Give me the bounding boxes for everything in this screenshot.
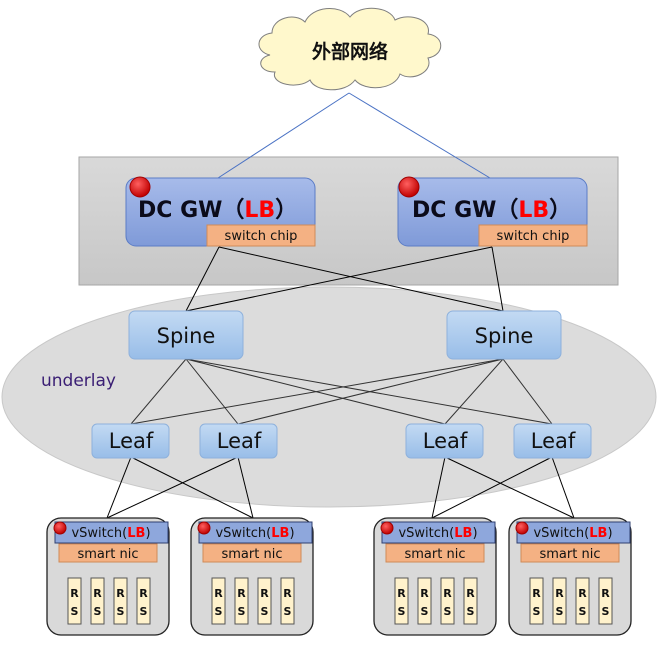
vswitch-lb: LB — [454, 526, 472, 541]
cloud-label: 外部网络 — [312, 40, 388, 63]
vswitch-label: vSwitch(LB) — [398, 526, 477, 541]
smart-nic-label: smart nic — [405, 547, 466, 562]
smart-nic-label: smart nic — [222, 547, 283, 562]
server-3: vSwitch(LB)smart nicRSRSRSRS — [373, 517, 497, 636]
real-server-label-r: R — [397, 587, 406, 600]
real-server-label-s: S — [556, 605, 564, 618]
real-server-label-s: S — [284, 605, 292, 618]
leaf-1: Leaf — [91, 423, 170, 459]
vswitch-label: vSwitch(LB) — [533, 526, 612, 541]
leaf-4: Leaf — [513, 423, 592, 459]
real-server-label-r: R — [443, 587, 452, 600]
real-server-label-s: S — [238, 605, 246, 618]
real-server-label-s: S — [602, 605, 610, 618]
server-4: vSwitch(LB)smart nicRSRSRSRS — [508, 517, 632, 636]
real-server-label-r: R — [283, 587, 292, 600]
dc-gw-1-lb: LB — [244, 198, 275, 223]
real-server-label-r: R — [70, 587, 79, 600]
status-dot-icon — [515, 521, 529, 535]
network-diagram: 外部网络 DC GW（LB） switch chip DC GW（LB） swi… — [1, 7, 657, 636]
real-server-label-s: S — [533, 605, 541, 618]
svg-text:DC GW（LB）: DC GW（LB） — [138, 198, 297, 223]
external-network-cloud: 外部网络 — [258, 7, 442, 91]
status-dot-icon — [53, 521, 67, 535]
smart-nic-label: smart nic — [540, 547, 601, 562]
leaf-1-label: Leaf — [109, 429, 154, 453]
real-server-label-r: R — [555, 587, 564, 600]
vswitch-label: vSwitch(LB) — [215, 526, 294, 541]
real-server-label-r: R — [116, 587, 125, 600]
real-server-label-r: R — [214, 587, 223, 600]
real-server-label-r: R — [139, 587, 148, 600]
vswitch-lb: LB — [127, 526, 145, 541]
spine-2: Spine — [446, 310, 562, 360]
real-server-label-r: R — [237, 587, 246, 600]
server-1: vSwitch(LB)smart nicRSRSRSRS — [46, 517, 170, 636]
smart-nic-label: smart nic — [78, 547, 139, 562]
real-server-label-s: S — [71, 605, 79, 618]
real-server-label-r: R — [466, 587, 475, 600]
status-dot-icon — [197, 521, 211, 535]
real-server-label-s: S — [261, 605, 269, 618]
leaf-4-label: Leaf — [531, 429, 576, 453]
dc-gw-1-chip-label: switch chip — [225, 229, 298, 244]
leaf-2-label: Leaf — [217, 429, 262, 453]
real-server-label-r: R — [532, 587, 541, 600]
spine-1-label: Spine — [157, 324, 216, 348]
real-server-label-s: S — [398, 605, 406, 618]
svg-text:DC GW（LB）: DC GW（LB） — [412, 198, 571, 223]
dc-gw-2-chip-label: switch chip — [497, 229, 570, 244]
dc-gw-2-title: DC GW — [412, 198, 496, 223]
real-server-label-r: R — [260, 587, 269, 600]
real-server-label-s: S — [117, 605, 125, 618]
status-dot-icon — [398, 176, 420, 198]
spine-1: Spine — [128, 310, 244, 360]
leaf-2: Leaf — [199, 423, 278, 459]
vswitch-label: vSwitch(LB) — [71, 526, 150, 541]
dc-gw-2: DC GW（LB） switch chip — [397, 176, 588, 247]
vswitch-lb: LB — [271, 526, 289, 541]
servers: vSwitch(LB)smart nicRSRSRSRSvSwitch(LB)s… — [46, 517, 632, 636]
server-2: vSwitch(LB)smart nicRSRSRSRS — [190, 517, 314, 636]
vswitch-lb: LB — [589, 526, 607, 541]
real-server-label-r: R — [601, 587, 610, 600]
leaf-3-label: Leaf — [423, 429, 468, 453]
real-server-label-r: R — [93, 587, 102, 600]
real-server-label-s: S — [94, 605, 102, 618]
real-server-label-s: S — [467, 605, 475, 618]
real-server-label-s: S — [579, 605, 587, 618]
dc-gw-2-lb: LB — [518, 198, 549, 223]
leaf-3: Leaf — [405, 423, 484, 459]
status-dot-icon — [380, 521, 394, 535]
real-server-label-s: S — [215, 605, 223, 618]
spine-2-label: Spine — [475, 324, 534, 348]
real-server-label-s: S — [421, 605, 429, 618]
dc-gw-1-title: DC GW — [138, 198, 222, 223]
real-server-label-s: S — [444, 605, 452, 618]
real-server-label-r: R — [420, 587, 429, 600]
status-dot-icon — [129, 176, 151, 198]
real-server-label-s: S — [140, 605, 148, 618]
dc-gw-1: DC GW（LB） switch chip — [125, 176, 316, 247]
real-server-label-r: R — [578, 587, 587, 600]
underlay-label: underlay — [41, 371, 116, 391]
